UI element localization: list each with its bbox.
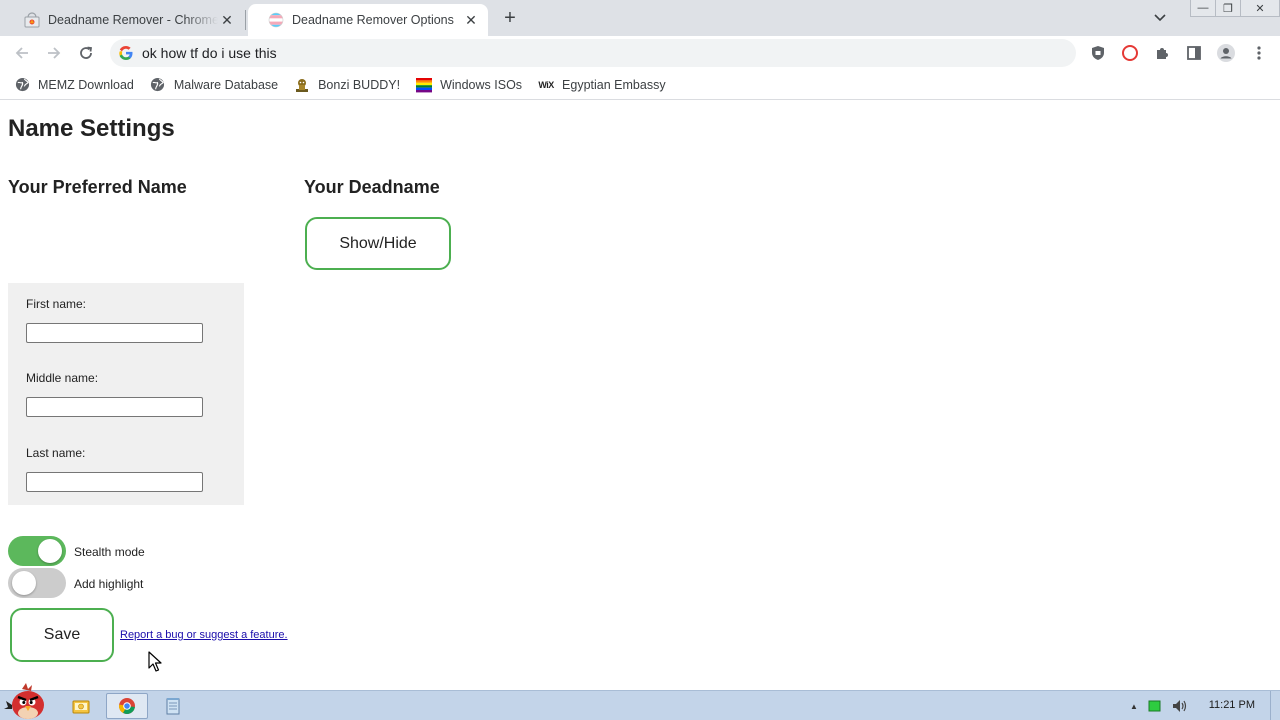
google-icon	[119, 46, 133, 60]
first-name-input[interactable]	[26, 323, 203, 343]
forward-button[interactable]	[41, 40, 67, 66]
close-window-button[interactable]: ✕	[1240, 0, 1280, 17]
middle-name-label: Middle name:	[26, 371, 99, 385]
taskbar-notepad-button[interactable]	[152, 693, 194, 719]
globe-icon	[150, 77, 166, 93]
kebab-menu-icon	[1257, 46, 1261, 60]
chrome-webstore-icon	[24, 12, 40, 28]
taskbar-clock[interactable]: 11:21 PM	[1209, 699, 1255, 711]
shield-icon	[1092, 46, 1104, 60]
last-name-label: Last name:	[26, 446, 86, 460]
taskbar: ▲ 11:21 PM	[0, 683, 1280, 720]
address-bar[interactable]	[110, 39, 1076, 67]
record-extension-button[interactable]	[1119, 42, 1141, 64]
address-input[interactable]	[142, 45, 1042, 61]
toggle-knob	[38, 539, 62, 563]
stealth-mode-toggle[interactable]	[8, 536, 66, 566]
puzzle-icon	[1157, 48, 1168, 59]
arrow-left-icon	[15, 47, 28, 59]
system-tray: ▲	[1120, 691, 1280, 720]
tab-title: Deadname Remover - Chrome W	[48, 13, 218, 27]
middle-name-input[interactable]	[26, 397, 203, 417]
last-name-input[interactable]	[26, 472, 203, 492]
page-title: Name Settings	[8, 115, 175, 142]
toggle-knob	[12, 571, 36, 595]
tab-strip: Deadname Remover - Chrome W ✕ Deadname R…	[0, 0, 1280, 36]
tab-separator	[245, 10, 246, 30]
red-circle-icon	[1122, 45, 1138, 61]
show-desktop-button[interactable]	[1270, 691, 1280, 720]
add-highlight-toggle[interactable]	[8, 568, 66, 598]
taskbar-explorer-button[interactable]	[60, 693, 102, 719]
bookmark-egyptian-embassy[interactable]: WiX Egyptian Embassy	[538, 73, 666, 97]
tab-deadname-remover-options[interactable]: Deadname Remover Options ✕	[248, 4, 488, 36]
tab-title: Deadname Remover Options	[292, 13, 454, 27]
avatar-icon	[1217, 44, 1235, 62]
preferred-name-heading: Your Preferred Name	[8, 177, 187, 197]
windows-flag-icon	[416, 77, 433, 93]
back-button[interactable]	[9, 40, 35, 66]
trans-flag-icon	[268, 12, 284, 28]
bookmark-label: Malware Database	[173, 77, 279, 92]
first-name-label: First name:	[26, 297, 87, 311]
bonzi-icon	[294, 77, 310, 93]
volume-icon[interactable]	[1172, 699, 1188, 713]
report-bug-link[interactable]: Report a bug or suggest a feature.	[120, 629, 288, 641]
bookmark-label: Egyptian Embassy	[562, 77, 666, 92]
globe-icon	[14, 77, 30, 93]
arrow-right-icon	[48, 47, 61, 59]
bookmark-malware-database[interactable]: Malware Database	[150, 73, 278, 97]
side-panel-button[interactable]	[1183, 42, 1205, 64]
add-highlight-label: Add highlight	[74, 577, 144, 591]
stealth-mode-label: Stealth mode	[74, 545, 145, 559]
deadname-heading: Your Deadname	[304, 177, 440, 197]
notepad-icon	[166, 698, 180, 715]
chrome-icon	[118, 698, 135, 714]
tray-expand-button[interactable]: ▲	[1130, 702, 1138, 711]
bookmarks-bar: MEMZ Download Malware Database Bonzi BUD…	[0, 70, 1280, 100]
bookmark-label: Bonzi BUDDY!	[318, 77, 401, 92]
save-button[interactable]: Save	[10, 608, 114, 662]
reload-button[interactable]	[73, 40, 99, 66]
tab-chrome-web-store[interactable]: Deadname Remover - Chrome W ✕	[4, 4, 244, 36]
angry-bird-icon	[4, 683, 44, 719]
taskbar-chrome-button[interactable]	[106, 693, 148, 719]
reload-icon	[80, 46, 93, 59]
menu-button[interactable]	[1248, 42, 1270, 64]
show-hide-button[interactable]: Show/Hide	[305, 217, 451, 270]
bookmark-windows-isos[interactable]: Windows ISOs	[416, 73, 522, 97]
page-content: Name Settings Your Preferred Name Your D…	[0, 101, 1280, 690]
mouse-cursor-icon	[148, 651, 162, 672]
tab-search-button[interactable]	[1150, 8, 1170, 28]
preferred-name-form: First name: Middle name: Last name:	[8, 283, 244, 505]
browser-toolbar	[0, 36, 1280, 70]
folder-icon	[72, 700, 90, 714]
chevron-down-icon	[1154, 14, 1166, 22]
wix-icon: WiX	[538, 79, 554, 90]
minimize-button[interactable]: —	[1190, 0, 1216, 17]
bookmark-memz-download[interactable]: MEMZ Download	[14, 73, 134, 97]
shield-extension-button[interactable]	[1087, 42, 1109, 64]
battery-icon[interactable]	[1148, 700, 1162, 712]
bookmark-label: MEMZ Download	[38, 77, 134, 92]
tab-close-icon[interactable]: ✕	[218, 11, 236, 29]
tab-close-icon[interactable]: ✕	[462, 11, 480, 29]
restore-button[interactable]: ❐	[1215, 0, 1241, 17]
extensions-button[interactable]	[1151, 42, 1173, 64]
side-panel-icon	[1187, 46, 1201, 60]
start-button[interactable]	[4, 683, 50, 720]
new-tab-button[interactable]: +	[498, 6, 522, 30]
bookmark-bonzi-buddy[interactable]: Bonzi BUDDY!	[294, 73, 400, 97]
bookmark-label: Windows ISOs	[440, 77, 523, 92]
window-controls: — ❐ ✕	[1190, 0, 1280, 18]
profile-button[interactable]	[1215, 42, 1237, 64]
